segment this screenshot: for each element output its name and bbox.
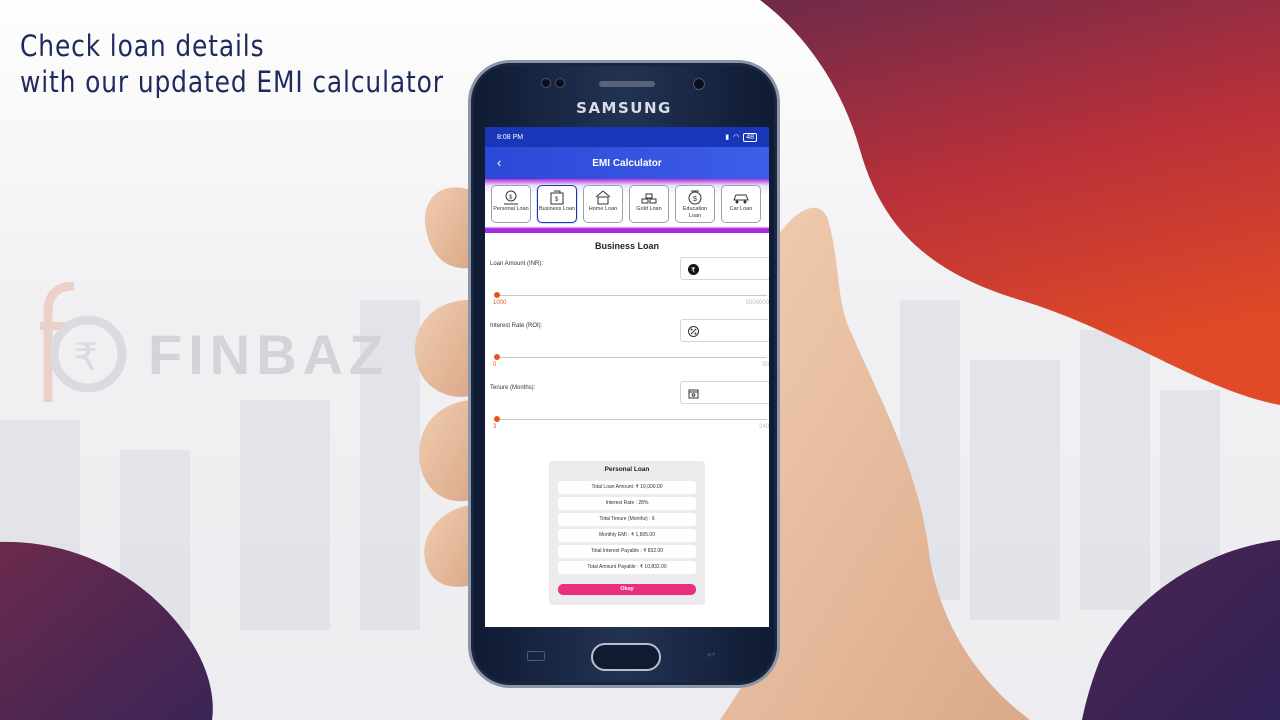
- gold-loan-icon: [641, 193, 657, 204]
- personal-loan-icon: $: [504, 190, 518, 205]
- loan-amount-slider-thumb[interactable]: [494, 292, 500, 298]
- tenure-slider-thumb[interactable]: [494, 416, 500, 422]
- tenure-input[interactable]: [680, 381, 769, 404]
- battery-icon: 48: [743, 132, 757, 142]
- device-brand: SAMSUNG: [576, 99, 672, 117]
- loan-amount-input[interactable]: ₹: [680, 257, 769, 280]
- phone-device: SAMSUNG 8:08 PM ▮ ◠ 48 ‹ EMI Calculator …: [468, 60, 780, 688]
- rupee-icon: ₹: [688, 264, 699, 275]
- education-loan-icon: $: [688, 190, 702, 205]
- interest-rate-label: Interest Rate (ROI):: [490, 323, 543, 329]
- interest-rate-row: Interest Rate (ROI): 0 50: [485, 319, 769, 381]
- result-row: Monthly EMI : ₹ 1,805.00: [558, 529, 696, 542]
- tab-home-loan[interactable]: Home Loan: [583, 185, 623, 223]
- result-row: Total Amount Payable : ₹ 10,832.00: [558, 561, 696, 574]
- tab-label: Personal Loan: [493, 206, 529, 212]
- earpiece-speaker: [599, 81, 655, 87]
- tenure-slider-track[interactable]: [497, 419, 767, 420]
- tab-car-loan[interactable]: Car Loan: [721, 185, 761, 223]
- section-title: Business Loan: [594, 241, 659, 251]
- okay-button[interactable]: Okay: [558, 584, 696, 595]
- front-camera-icon: [693, 78, 705, 90]
- back-key-icon[interactable]: ↩: [707, 651, 725, 661]
- result-row: Total Loan Amount: ₹ 10,000.00: [558, 481, 696, 494]
- tab-education-loan[interactable]: $ Education Loan: [675, 185, 715, 223]
- loan-amount-label: Loan Amount (INR):: [490, 261, 544, 267]
- tab-label: Car Loan: [729, 206, 753, 212]
- interest-rate-slider-track[interactable]: [497, 357, 767, 358]
- app-bar: ‹ EMI Calculator: [485, 147, 769, 179]
- tab-label: Business Loan: [538, 206, 576, 212]
- car-loan-icon: [733, 194, 749, 204]
- app-bar-title: EMI Calculator: [592, 157, 662, 169]
- tab-label: Education Loan: [682, 206, 708, 219]
- loan-amount-min: 1000: [493, 300, 507, 306]
- svg-text:$: $: [693, 196, 697, 203]
- interest-rate-min: 0: [493, 362, 497, 368]
- result-title: Personal Loan: [604, 466, 650, 473]
- loan-amount-row: Loan Amount (INR): ₹ 1000 5000000: [485, 257, 769, 319]
- tab-personal-loan[interactable]: $ Personal Loan: [491, 185, 531, 223]
- home-loan-icon: [595, 190, 611, 205]
- loan-amount-slider-track[interactable]: [497, 295, 767, 296]
- front-sensor-icon: [541, 78, 551, 88]
- result-row: Total Tenure (Months) : 6: [558, 513, 696, 526]
- status-time: 8:08 PM: [497, 133, 524, 141]
- tenure-min: 3: [493, 424, 497, 430]
- tab-label: Home Loan: [588, 206, 618, 212]
- svg-text:$: $: [509, 195, 513, 201]
- interest-rate-input[interactable]: [680, 319, 769, 342]
- interest-rate-slider-thumb[interactable]: [494, 354, 500, 360]
- tenure-label: Tenure (Months):: [490, 385, 536, 391]
- tab-business-loan[interactable]: $ Business Loan: [537, 185, 577, 223]
- status-icons: ▮ ◠ 48: [725, 132, 757, 142]
- wifi-icon: ◠: [733, 134, 740, 141]
- loan-amount-max: 5000000: [745, 300, 769, 306]
- svg-text:₹: ₹: [691, 267, 696, 275]
- interest-rate-icon: [688, 326, 699, 337]
- status-bar: 8:08 PM ▮ ◠ 48: [485, 127, 769, 147]
- tab-gold-loan[interactable]: Gold Loan: [629, 185, 669, 223]
- tenure-max: 240: [758, 424, 769, 430]
- loan-type-tabs: $ Personal Loan $ Business Loan Home Loa…: [485, 179, 769, 233]
- front-sensor-icon: [555, 78, 565, 88]
- signal-icon: ▮: [725, 134, 730, 141]
- back-arrow-icon[interactable]: ‹: [497, 155, 501, 170]
- tenure-row: Tenure (Months): 3 240: [485, 381, 769, 443]
- recent-apps-key[interactable]: [527, 651, 545, 661]
- svg-text:$: $: [555, 197, 559, 203]
- home-button[interactable]: [591, 643, 661, 671]
- result-row: Total Interest Payable : ₹ 832.00: [558, 545, 696, 558]
- tab-label: Gold Loan: [636, 206, 662, 212]
- interest-rate-max: 50: [762, 362, 769, 368]
- result-dialog: Personal Loan Total Loan Amount: ₹ 10,00…: [549, 461, 705, 605]
- phone-screen: 8:08 PM ▮ ◠ 48 ‹ EMI Calculator $ Person…: [485, 127, 769, 627]
- calendar-icon: [688, 389, 699, 399]
- result-row: Interest Rate : 28%: [558, 497, 696, 510]
- business-loan-icon: $: [550, 190, 564, 205]
